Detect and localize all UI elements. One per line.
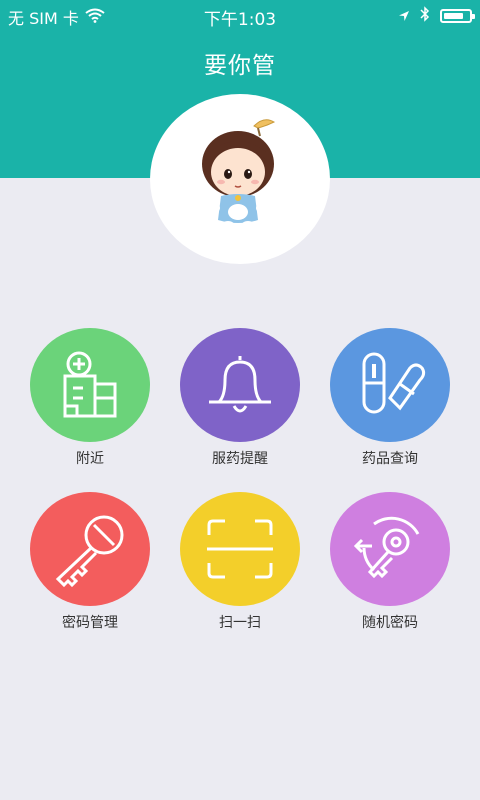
battery-level bbox=[444, 13, 463, 19]
feature-icon-circle bbox=[30, 328, 150, 442]
feature-label: 药品查询 bbox=[362, 451, 418, 467]
feature-icon-circle bbox=[180, 492, 300, 606]
feature-medication-reminder[interactable]: 服药提醒 bbox=[165, 328, 315, 468]
avatar[interactable] bbox=[150, 94, 330, 264]
hospital-building-icon bbox=[63, 351, 117, 418]
bell-icon bbox=[209, 356, 271, 413]
feature-label: 扫一扫 bbox=[219, 615, 261, 631]
location-arrow-icon bbox=[398, 7, 410, 26]
feature-icon-circle bbox=[30, 492, 150, 606]
battery-icon bbox=[440, 9, 475, 23]
feature-label: 随机密码 bbox=[362, 615, 418, 631]
feature-nearby[interactable]: 附近 bbox=[15, 328, 165, 468]
feature-label: 附近 bbox=[76, 451, 104, 467]
scan-frame-icon bbox=[207, 519, 273, 579]
key-icon bbox=[55, 515, 124, 588]
feature-icon-circle bbox=[330, 492, 450, 606]
bluetooth-icon bbox=[420, 6, 430, 26]
feature-icon-circle bbox=[180, 328, 300, 442]
feature-label: 密码管理 bbox=[62, 615, 118, 631]
feature-icon-circle bbox=[330, 328, 450, 442]
feature-scan[interactable]: 扫一扫 bbox=[165, 492, 315, 632]
feature-password-manager[interactable]: 密码管理 bbox=[15, 492, 165, 632]
feature-label: 服药提醒 bbox=[212, 451, 268, 467]
feature-random-password[interactable]: 随机密码 bbox=[315, 492, 465, 632]
random-key-icon bbox=[353, 516, 420, 579]
cartoon-girl-avatar bbox=[202, 119, 276, 231]
page-title: 要你管 bbox=[204, 53, 276, 79]
pill-capsule-icon bbox=[362, 352, 426, 414]
feature-drug-lookup[interactable]: 药品查询 bbox=[315, 328, 465, 468]
status-bar: 无 SIM 卡 下午1:03 bbox=[0, 0, 480, 30]
